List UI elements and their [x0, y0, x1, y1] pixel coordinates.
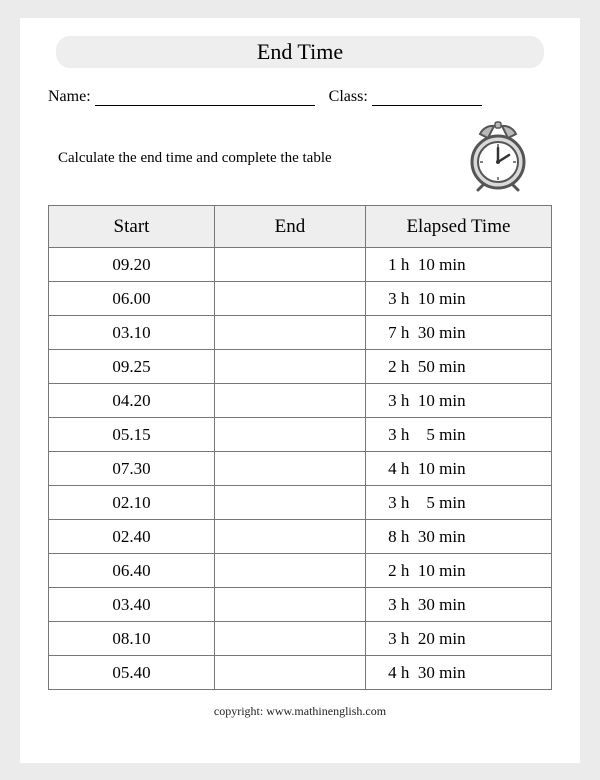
table-header-row: Start End Elapsed Time	[49, 206, 552, 248]
table-row: 05.15 3 h 5 min	[49, 418, 552, 452]
cell-elapsed: 3 h 5 min	[365, 418, 551, 452]
instruction-text: Calculate the end time and complete the …	[48, 150, 332, 167]
cell-elapsed: 1 h 10 min	[365, 248, 551, 282]
cell-end[interactable]	[214, 418, 365, 452]
title-text: End Time	[257, 39, 343, 65]
table-row: 04.20 3 h 10 min	[49, 384, 552, 418]
table-row: 09.25 2 h 50 min	[49, 350, 552, 384]
cell-end[interactable]	[214, 316, 365, 350]
cell-end[interactable]	[214, 588, 365, 622]
cell-end[interactable]	[214, 554, 365, 588]
table-row: 06.40 2 h 10 min	[49, 554, 552, 588]
cell-start: 04.20	[49, 384, 215, 418]
cell-end[interactable]	[214, 486, 365, 520]
cell-elapsed: 8 h 30 min	[365, 520, 551, 554]
table-row: 06.00 3 h 10 min	[49, 282, 552, 316]
table-row: 03.40 3 h 30 min	[49, 588, 552, 622]
table-row: 08.10 3 h 20 min	[49, 622, 552, 656]
col-header-end: End	[214, 206, 365, 248]
table-row: 02.40 8 h 30 min	[49, 520, 552, 554]
copyright-footer: copyright: www.mathinenglish.com	[48, 704, 552, 719]
cell-end[interactable]	[214, 384, 365, 418]
table-row: 03.10 7 h 30 min	[49, 316, 552, 350]
cell-start: 05.15	[49, 418, 215, 452]
cell-start: 03.10	[49, 316, 215, 350]
name-blank[interactable]	[95, 90, 315, 106]
cell-elapsed: 2 h 10 min	[365, 554, 551, 588]
name-label: Name:	[48, 88, 91, 106]
cell-end[interactable]	[214, 520, 365, 554]
col-header-elapsed: Elapsed Time	[365, 206, 551, 248]
cell-elapsed: 2 h 50 min	[365, 350, 551, 384]
table-row: 05.40 4 h 30 min	[49, 656, 552, 690]
name-class-row: Name: Class:	[48, 88, 552, 106]
cell-end[interactable]	[214, 656, 365, 690]
cell-start: 03.40	[49, 588, 215, 622]
clock-icon	[464, 120, 532, 197]
cell-elapsed: 3 h 20 min	[365, 622, 551, 656]
cell-start: 07.30	[49, 452, 215, 486]
table-row: 07.30 4 h 10 min	[49, 452, 552, 486]
cell-elapsed: 7 h 30 min	[365, 316, 551, 350]
cell-end[interactable]	[214, 350, 365, 384]
class-blank[interactable]	[372, 90, 482, 106]
cell-start: 08.10	[49, 622, 215, 656]
time-table: Start End Elapsed Time 09.20 1 h 10 min0…	[48, 205, 552, 690]
table-row: 09.20 1 h 10 min	[49, 248, 552, 282]
worksheet-title: End Time	[56, 36, 544, 68]
cell-elapsed: 3 h 5 min	[365, 486, 551, 520]
cell-end[interactable]	[214, 622, 365, 656]
cell-end[interactable]	[214, 248, 365, 282]
cell-end[interactable]	[214, 452, 365, 486]
col-header-start: Start	[49, 206, 215, 248]
cell-start: 09.25	[49, 350, 215, 384]
instruction-row: Calculate the end time and complete the …	[48, 120, 552, 197]
cell-elapsed: 4 h 30 min	[365, 656, 551, 690]
table-row: 02.10 3 h 5 min	[49, 486, 552, 520]
cell-start: 06.40	[49, 554, 215, 588]
cell-elapsed: 3 h 10 min	[365, 384, 551, 418]
class-label: Class:	[329, 88, 368, 106]
cell-start: 09.20	[49, 248, 215, 282]
cell-start: 05.40	[49, 656, 215, 690]
cell-start: 06.00	[49, 282, 215, 316]
cell-start: 02.10	[49, 486, 215, 520]
worksheet-sheet: End Time Name: Class: Calculate the end …	[20, 18, 580, 763]
cell-elapsed: 4 h 10 min	[365, 452, 551, 486]
cell-elapsed: 3 h 10 min	[365, 282, 551, 316]
cell-elapsed: 3 h 30 min	[365, 588, 551, 622]
cell-end[interactable]	[214, 282, 365, 316]
cell-start: 02.40	[49, 520, 215, 554]
